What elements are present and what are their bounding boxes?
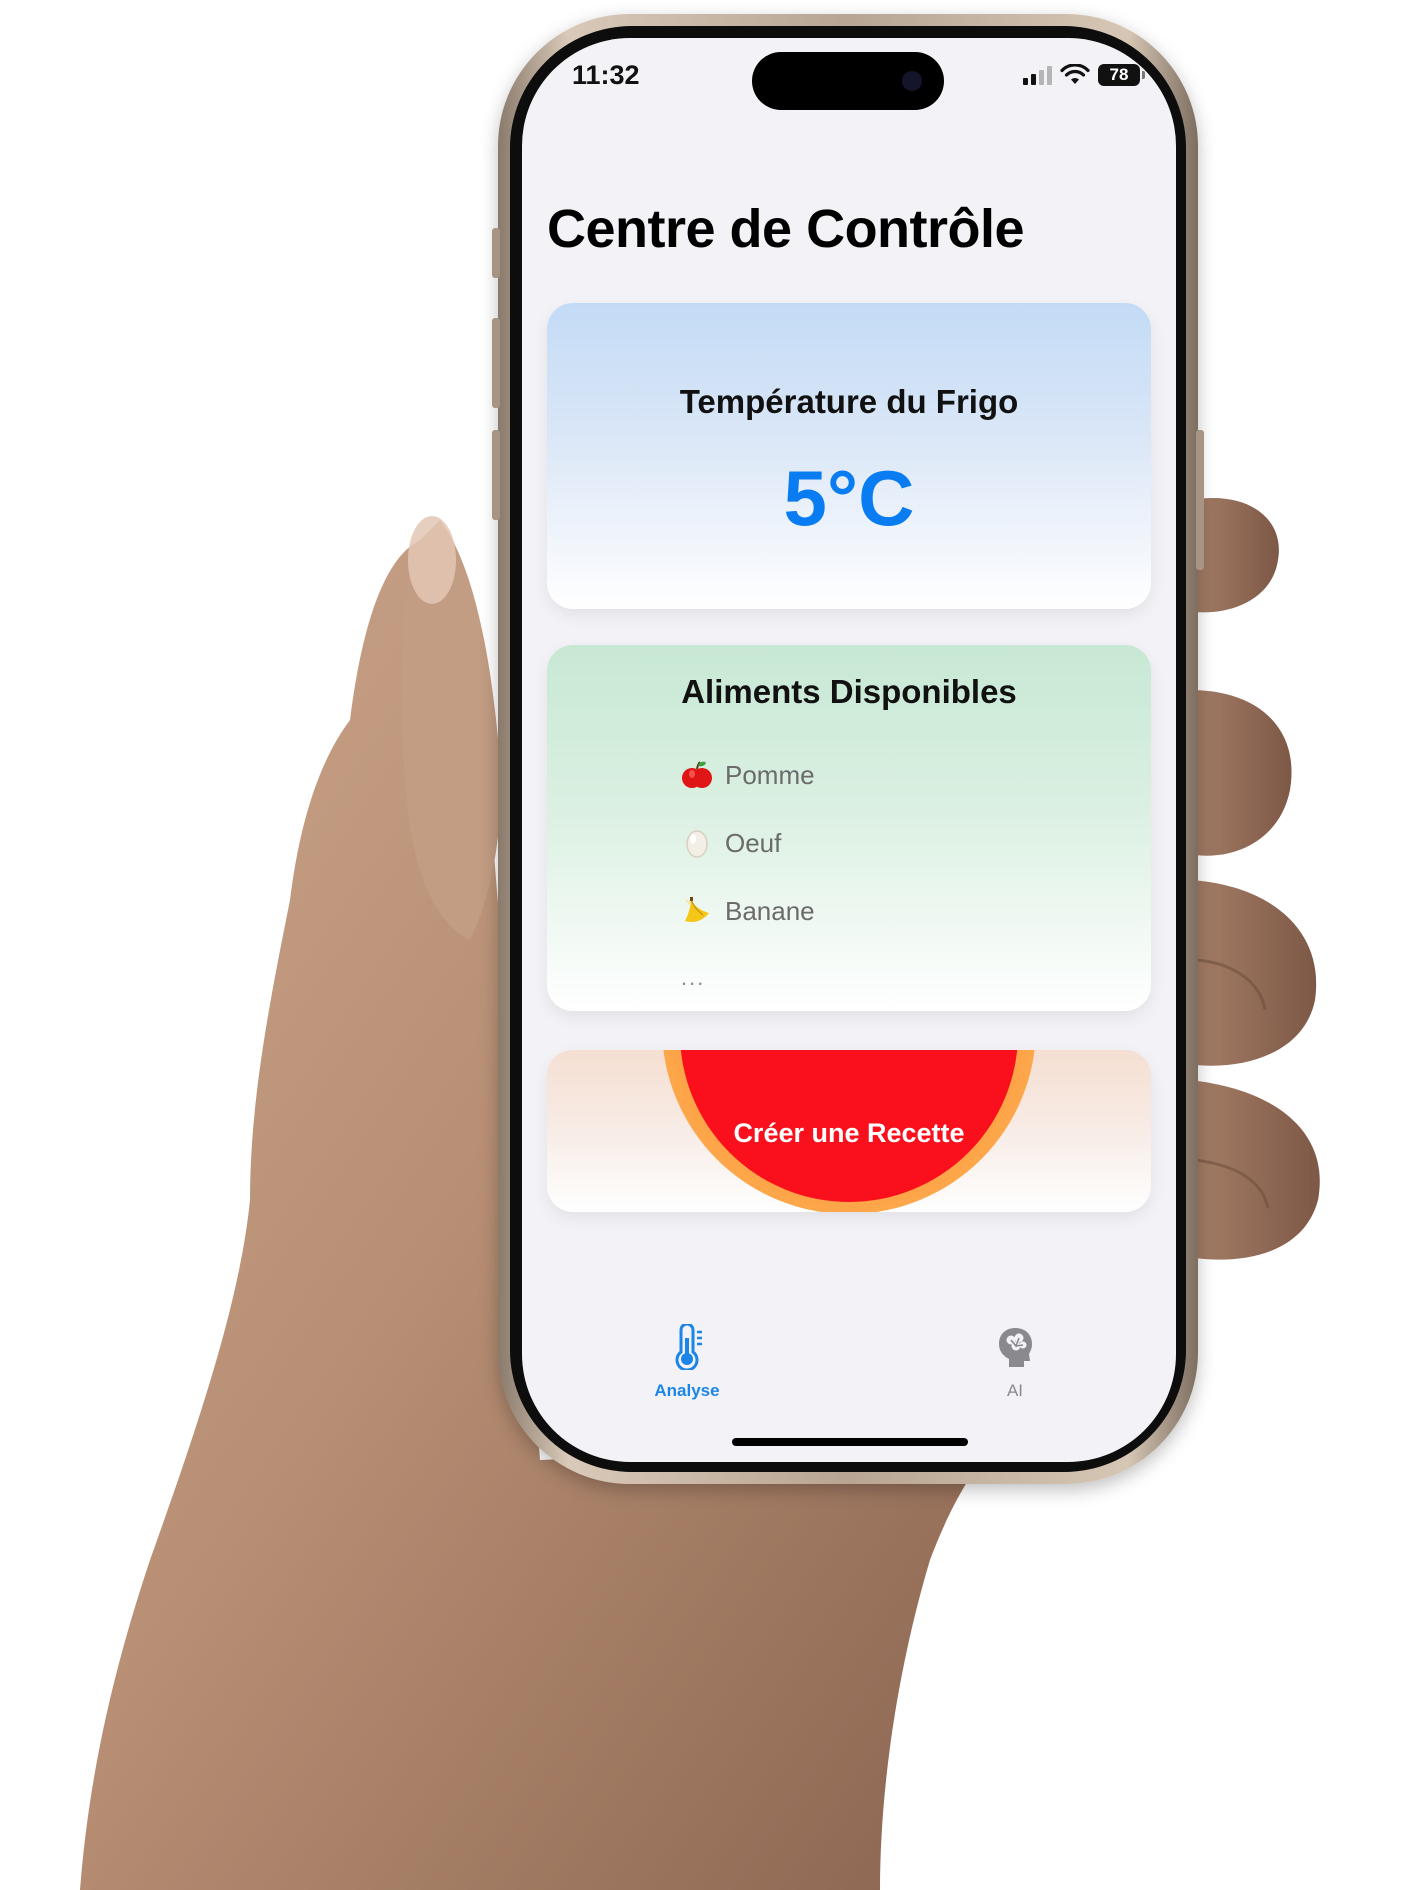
banana-icon: [685, 897, 709, 922]
list-item: Oeuf: [681, 809, 815, 877]
thermometer-icon: [675, 1322, 702, 1372]
tab-analyse[interactable]: Analyse: [627, 1322, 747, 1401]
phone-action-button: [492, 228, 500, 278]
food-item-label: Pomme: [725, 759, 815, 790]
temperature-title: Température du Frigo: [679, 383, 1019, 420]
temperature-card: Température du Frigo 5°C: [547, 303, 1151, 609]
signal-icon: [1023, 65, 1052, 85]
page-title: Centre de Contrôle: [547, 199, 1025, 259]
photo-stage: 11:32 78 Centre de Contrôle Température …: [0, 0, 1417, 1890]
food-item-label: Oeuf: [725, 827, 782, 858]
egg-icon: [686, 830, 708, 858]
create-recipe-button[interactable]: Créer une Recette: [680, 1050, 1018, 1202]
phone-power-button: [1196, 430, 1204, 570]
temperature-value: 5°C: [783, 454, 915, 542]
front-camera: [902, 71, 922, 91]
tab-ai-label: AI: [1006, 1381, 1024, 1400]
list-item: Banane: [681, 877, 815, 945]
create-recipe-label: Créer une Recette: [733, 1118, 965, 1148]
phone-volume-up-button: [492, 318, 500, 408]
apple-icon: [682, 761, 712, 788]
recipe-card: Créer une Recette: [547, 1050, 1151, 1212]
food-card-title: Aliments Disponibles: [681, 673, 1017, 710]
food-item-label: Banane: [725, 895, 815, 926]
brain-head-icon: [999, 1328, 1032, 1367]
wifi-icon: [1060, 64, 1090, 84]
battery-level: 78: [1109, 65, 1129, 84]
status-icons: 78: [1023, 62, 1145, 88]
phone-volume-down-button: [492, 430, 500, 520]
phone-screen: 11:32 78 Centre de Contrôle Température …: [522, 38, 1176, 1462]
battery-icon: 78: [1098, 64, 1145, 86]
home-indicator[interactable]: [732, 1438, 968, 1446]
dynamic-island: [752, 52, 944, 110]
food-list-more: ...: [681, 965, 706, 990]
tab-analyse-label: Analyse: [654, 1381, 720, 1400]
status-time: 11:32: [572, 60, 640, 90]
tab-ai[interactable]: AI: [955, 1324, 1075, 1401]
food-list: Pomme Oeuf Banane: [681, 741, 815, 945]
list-item: Pomme: [681, 741, 815, 809]
food-card: Aliments Disponibles Pomme Oeuf Banane .…: [547, 645, 1151, 1011]
